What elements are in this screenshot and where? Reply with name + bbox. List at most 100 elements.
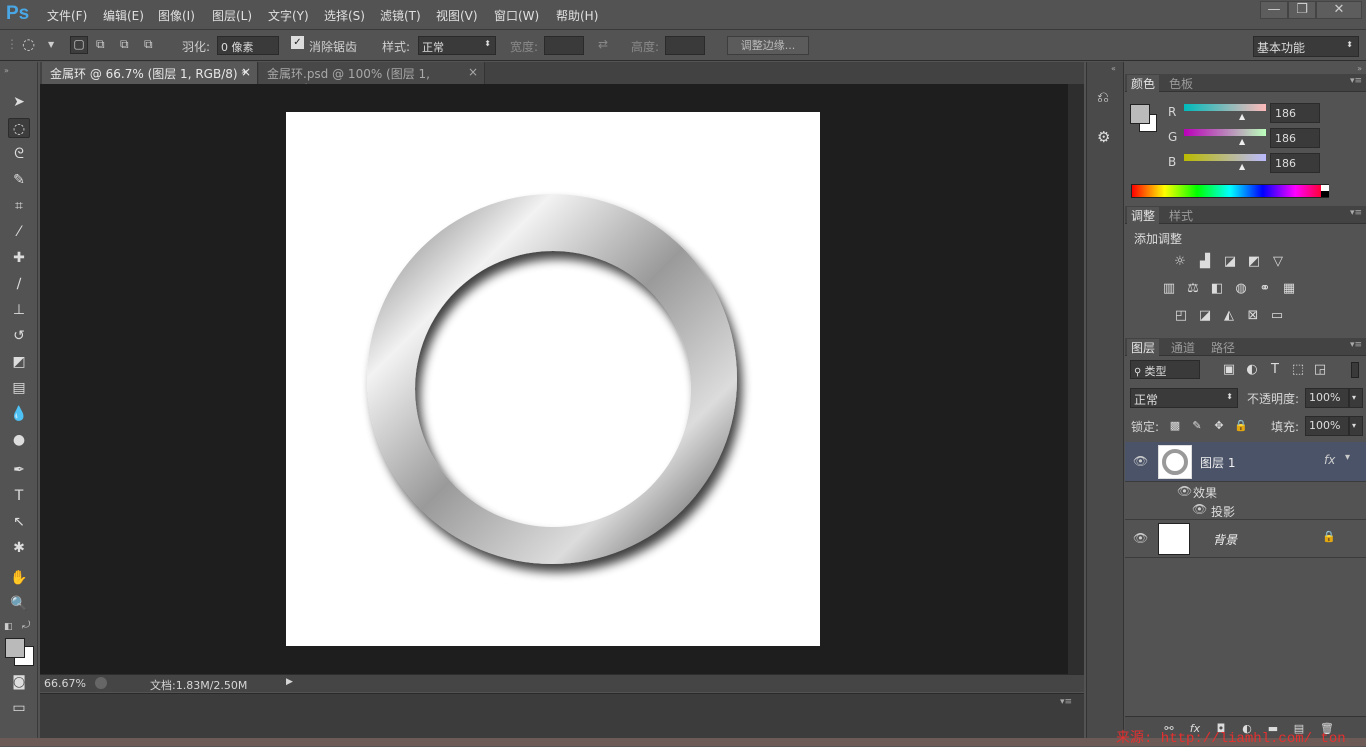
fx-icon[interactable]: fx bbox=[1324, 453, 1335, 467]
history-panel-icon[interactable]: ⎌ bbox=[1097, 88, 1109, 106]
background-eye-icon[interactable]: 👁 bbox=[1133, 531, 1148, 545]
color-spectrum-bar[interactable] bbox=[1131, 184, 1329, 198]
style-select[interactable]: 正常 ⬍ bbox=[418, 36, 496, 55]
filter-toggle[interactable] bbox=[1351, 362, 1359, 378]
tab-metal-ring-psd[interactable]: 金属环.psd @ 100% (图层 1, RGB/8) × bbox=[259, 62, 485, 96]
refine-edge-button[interactable]: 调整边缘... bbox=[727, 36, 809, 55]
color-lookup-icon[interactable]: ▦ bbox=[1281, 281, 1297, 297]
restore-button[interactable]: ❐ bbox=[1288, 1, 1316, 19]
channel-r-input[interactable]: 186 bbox=[1270, 103, 1320, 123]
filter-type-icon[interactable]: T bbox=[1267, 362, 1283, 378]
posterize-icon[interactable]: ◪ bbox=[1197, 308, 1213, 324]
elliptical-marquee-tool-icon[interactable]: ◌ bbox=[8, 118, 30, 138]
status-menu-arrow-icon[interactable]: ▶ bbox=[286, 677, 293, 687]
curves-icon[interactable]: ◪ bbox=[1222, 254, 1238, 270]
visibility-eye-icon[interactable]: 👁 bbox=[1133, 454, 1148, 468]
filter-shape-icon[interactable]: ⬚ bbox=[1290, 362, 1306, 378]
brush-tool-icon[interactable]: ∕ bbox=[8, 274, 30, 294]
move-tool-icon[interactable]: ➤ bbox=[8, 92, 30, 112]
color-fg-swatch[interactable] bbox=[1130, 104, 1150, 124]
filter-smart-icon[interactable]: ◲ bbox=[1312, 362, 1328, 378]
gradient-map-icon[interactable]: ▭ bbox=[1269, 308, 1285, 324]
drop-shadow-row[interactable]: 👁 投影 bbox=[1125, 500, 1366, 520]
selective-color-icon[interactable]: ⊠ bbox=[1245, 308, 1261, 324]
menu-type[interactable]: 文字(Y) bbox=[268, 7, 309, 24]
menu-filter[interactable]: 滤镜(T) bbox=[380, 7, 421, 24]
swap-colors-icon[interactable]: ⤾ bbox=[22, 620, 30, 631]
lasso-tool-icon[interactable]: ᘓ bbox=[8, 144, 30, 164]
color-balance-icon[interactable]: ⚖ bbox=[1185, 281, 1201, 297]
menu-edit[interactable]: 编辑(E) bbox=[103, 7, 144, 24]
tab-styles[interactable]: 样式 bbox=[1165, 207, 1197, 224]
color-panel-menu-icon[interactable]: ▾≡ bbox=[1350, 76, 1362, 86]
channel-r-slider[interactable] bbox=[1184, 104, 1266, 111]
preset-dropdown-icon[interactable]: ▼ bbox=[48, 40, 54, 49]
canvas-area[interactable] bbox=[40, 84, 1068, 674]
brightness-contrast-icon[interactable]: ☼ bbox=[1172, 254, 1188, 270]
menu-help[interactable]: 帮助(H) bbox=[556, 7, 598, 24]
swap-icon[interactable]: ⇄ bbox=[598, 37, 608, 51]
healing-brush-tool-icon[interactable]: ✚ bbox=[8, 248, 30, 268]
minimize-button[interactable]: — bbox=[1260, 1, 1288, 19]
blur-tool-icon[interactable]: 💧 bbox=[8, 404, 30, 424]
history-brush-tool-icon[interactable]: ↺ bbox=[8, 326, 30, 346]
status-options-icon[interactable] bbox=[95, 677, 107, 689]
fill-dropdown-icon[interactable]: ▾ bbox=[1349, 416, 1363, 436]
lock-all-icon[interactable]: 🔒 bbox=[1233, 418, 1249, 434]
eraser-tool-icon[interactable]: ◩ bbox=[8, 352, 30, 372]
effects-eye-icon[interactable]: 👁 bbox=[1177, 484, 1192, 498]
zoom-level[interactable]: 66.67% bbox=[44, 677, 86, 690]
close-button[interactable]: ✕ bbox=[1316, 1, 1362, 19]
default-colors-icon[interactable]: ◧ bbox=[4, 622, 13, 632]
black-white-icon[interactable]: ◧ bbox=[1209, 281, 1225, 297]
pen-tool-icon[interactable]: ✒ bbox=[8, 460, 30, 480]
channel-mixer-icon[interactable]: ⚭ bbox=[1257, 281, 1273, 297]
tab-paths[interactable]: 路径 bbox=[1207, 339, 1239, 356]
layer-name[interactable]: 图层 1 bbox=[1200, 454, 1235, 471]
properties-panel-icon[interactable]: ⚙ bbox=[1097, 128, 1110, 146]
menu-file[interactable]: 文件(F) bbox=[47, 7, 87, 24]
lock-image-icon[interactable]: ✎ bbox=[1189, 418, 1205, 434]
channel-g-input[interactable]: 186 bbox=[1270, 128, 1320, 148]
feather-input[interactable]: 0 像素 bbox=[217, 36, 279, 55]
menu-image[interactable]: 图像(I) bbox=[158, 7, 195, 24]
lock-transparent-icon[interactable]: ▩ bbox=[1167, 418, 1183, 434]
type-tool-icon[interactable]: T bbox=[8, 486, 30, 506]
add-selection-icon[interactable]: ⧉ bbox=[96, 37, 105, 52]
adjust-panel-menu-icon[interactable]: ▾≡ bbox=[1350, 208, 1362, 218]
channel-b-thumb-icon[interactable]: ▲ bbox=[1239, 162, 1245, 171]
new-selection-icon[interactable]: ▢ bbox=[70, 36, 88, 54]
subtract-selection-icon[interactable]: ⧉ bbox=[120, 37, 129, 52]
gradient-tool-icon[interactable]: ▤ bbox=[8, 378, 30, 398]
vertical-scrollbar[interactable] bbox=[1068, 84, 1084, 674]
vibrance-icon[interactable]: ▽ bbox=[1270, 254, 1286, 270]
panels-collapse-icon[interactable]: » bbox=[1357, 64, 1362, 73]
layer-row-layer1[interactable]: 👁 图层 1 fx ▾ bbox=[1125, 442, 1366, 482]
photo-filter-icon[interactable]: ◍ bbox=[1233, 281, 1249, 297]
expand-effects-icon[interactable]: ▾ bbox=[1345, 452, 1350, 463]
dodge-tool-icon[interactable]: ● bbox=[8, 430, 30, 450]
document-canvas[interactable] bbox=[286, 112, 820, 646]
dock-collapse-icon[interactable]: « bbox=[1111, 64, 1116, 73]
collapse-icon[interactable]: » bbox=[4, 66, 9, 75]
foreground-color-swatch[interactable] bbox=[5, 638, 25, 658]
threshold-icon[interactable]: ◭ bbox=[1221, 308, 1237, 324]
tab-layers[interactable]: 图层 bbox=[1127, 339, 1160, 356]
layer-row-background[interactable]: 👁 背景 🔒 bbox=[1125, 520, 1366, 558]
height-input[interactable] bbox=[665, 36, 705, 55]
channel-b-slider[interactable] bbox=[1184, 154, 1266, 161]
quick-selection-tool-icon[interactable]: ✎ bbox=[8, 170, 30, 190]
tab-close-icon[interactable]: × bbox=[468, 65, 478, 79]
channel-b-input[interactable]: 186 bbox=[1270, 153, 1320, 173]
opacity-dropdown-icon[interactable]: ▾ bbox=[1349, 388, 1363, 408]
tab-close-icon[interactable]: × bbox=[241, 65, 251, 79]
invert-icon[interactable]: ◰ bbox=[1173, 308, 1189, 324]
exposure-icon[interactable]: ◩ bbox=[1246, 254, 1262, 270]
tab-channels[interactable]: 通道 bbox=[1167, 339, 1199, 356]
timeline-menu-icon[interactable]: ▾≡ bbox=[1060, 697, 1072, 707]
tab-swatches[interactable]: 色板 bbox=[1165, 75, 1197, 92]
menu-view[interactable]: 视图(V) bbox=[436, 7, 478, 24]
hand-tool-icon[interactable]: ✋ bbox=[8, 568, 30, 588]
lock-position-icon[interactable]: ✥ bbox=[1211, 418, 1227, 434]
clone-stamp-tool-icon[interactable]: ⊥ bbox=[8, 300, 30, 320]
